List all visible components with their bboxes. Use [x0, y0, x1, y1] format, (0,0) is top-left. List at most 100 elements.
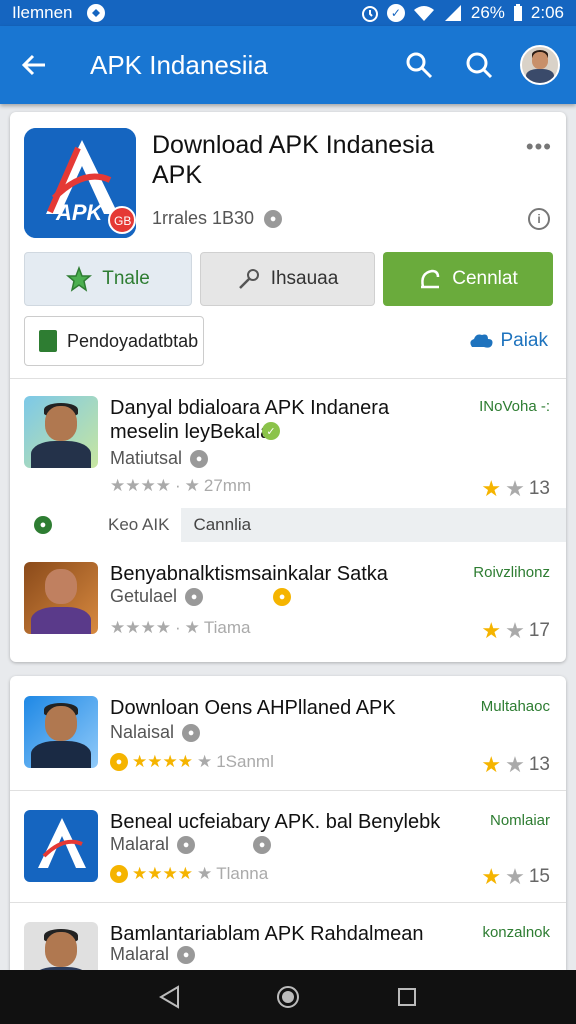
globe-icon: ● — [182, 723, 201, 742]
badge-icon: ● — [110, 753, 128, 771]
globe-icon: ● — [177, 835, 196, 854]
list-item-developer: Getulael — [110, 586, 178, 606]
list-item-subtitle: Matiutsal ● — [110, 448, 209, 469]
data-saver-icon: ✓ — [386, 4, 405, 22]
list-item[interactable]: Beneal ucfeiabary APK. bal Benylebk Mala… — [10, 796, 566, 906]
list-item-title: Beneal ucfeiabary APK. bal Benylebk — [110, 811, 441, 833]
app-thumbnail — [24, 810, 98, 882]
notification-icon — [86, 3, 106, 23]
app-bar: APK Indanesiia — [0, 26, 576, 104]
avatar-image — [522, 47, 558, 83]
app-list-card: Downloan Oens AHPllaned APK Nalaisal ● ●… — [10, 676, 566, 976]
category-chip[interactable]: Pendoyadatbtab — [24, 316, 204, 366]
battery-percent: 26% — [470, 3, 505, 22]
back-arrow-icon — [21, 54, 45, 76]
list-item-rating-value: 13 — [528, 478, 550, 499]
list-item-tag: Nomlaiar — [489, 812, 550, 829]
app-thumbnail — [24, 562, 98, 634]
list-item-rating: ★ ★ 13 — [481, 476, 550, 501]
download-icon — [421, 269, 440, 289]
key-icon — [238, 269, 259, 289]
list-item-subtitle: Malaral ● ● — [110, 834, 272, 855]
system-nav-bar — [0, 970, 576, 1024]
list-item-title: Danyal bdialoara APK Indanera meselin le… — [110, 397, 390, 443]
list-item-size: 27mm — [203, 476, 252, 495]
filter-bar: ● Keo AIK Cannlia — [24, 508, 566, 542]
list-item[interactable]: Benyabnalktismsainkalar Satka Getulael ●… — [10, 548, 566, 658]
carrier-label: Ilemnen — [12, 3, 73, 22]
app-meta: 1rrales 1B30 ● — [152, 208, 283, 229]
list-item-rating: ★ ★ 15 — [481, 864, 550, 889]
app-icon: APK GB — [24, 128, 136, 238]
list-item-tag: konzalnok — [482, 924, 550, 941]
nav-recents-button[interactable] — [387, 977, 427, 1017]
divider — [10, 790, 566, 791]
nav-recents-icon — [397, 988, 416, 1006]
list-item-size: 1Sanml — [216, 752, 274, 771]
nav-back-icon — [159, 985, 180, 1009]
list-item-rating: ★ ★ 13 — [481, 752, 550, 777]
cloud-icon — [470, 334, 493, 348]
search-button[interactable] — [400, 46, 438, 84]
list-item[interactable]: Downloan Oens AHPllaned APK Nalaisal ● ●… — [10, 682, 566, 792]
search-alt-button[interactable] — [460, 46, 498, 84]
list-item-stars: ★★★★ · ★ Tiama — [110, 618, 251, 637]
list-item-developer: Matiutsal — [110, 448, 183, 468]
alarm-icon — [361, 4, 379, 22]
nav-home-button[interactable] — [268, 977, 308, 1017]
back-button[interactable] — [16, 47, 52, 83]
category-icon — [39, 330, 57, 352]
badge-icon: ● — [110, 865, 128, 883]
list-item-title: Bamlantariablam APK Rahdalmean — [110, 923, 424, 945]
star-outline-icon — [66, 266, 93, 292]
divider — [10, 902, 566, 903]
list-item-subtitle: Malaral ● — [110, 944, 196, 965]
filter-label: Keo AIK — [108, 515, 170, 534]
globe-icon: ● — [177, 945, 196, 964]
list-item-developer: Nalaisal — [110, 722, 175, 742]
filter-input-value: Cannlia — [193, 515, 252, 534]
list-item[interactable]: Danyal bdialoara APK Indanera meselin le… — [10, 382, 566, 501]
more-options-button[interactable]: ••• — [526, 134, 552, 160]
app-title: Download APK Indanesia APK — [152, 131, 435, 189]
divider — [10, 378, 566, 379]
app-icon-text: APK — [55, 200, 105, 225]
favorite-button[interactable]: Tnale — [24, 252, 192, 306]
share-link[interactable]: Paiak — [468, 330, 548, 352]
list-item-developer: Malaral — [110, 944, 170, 964]
search-app-button[interactable]: Ihsauaa — [200, 252, 375, 306]
app-thumbnail — [24, 696, 98, 768]
nav-back-button[interactable] — [149, 977, 189, 1017]
app-detail-card: APK GB Download APK Indanesia APK 1rrale… — [10, 112, 566, 662]
app-thumbnail — [24, 396, 98, 468]
user-avatar[interactable] — [520, 45, 560, 85]
status-bar: Ilemnen ✓ 26% 2:06 — [0, 0, 576, 26]
wifi-icon — [413, 4, 435, 22]
list-item-size: Tiama — [203, 618, 251, 637]
signal-icon — [443, 4, 463, 22]
list-item-rating-value: 15 — [528, 866, 550, 887]
list-item-rating: ★ ★ 17 — [481, 618, 550, 643]
share-link-label: Paiak — [500, 330, 548, 351]
verified-icon: ✓ — [262, 422, 280, 440]
list-item-rating-value: 17 — [528, 620, 550, 641]
list-item-stars: ● ★★★★ ★ Tlanna — [110, 864, 268, 884]
list-item-size: Tlanna — [216, 864, 269, 883]
list-item-title: Downloan Oens AHPllaned APK — [110, 697, 396, 719]
filter-icon: ● — [34, 516, 52, 534]
search-app-button-label: Ihsauaa — [270, 268, 339, 289]
list-item-subtitle: Getulael ● ● — [110, 586, 292, 607]
page-title: APK Indanesiia — [90, 49, 268, 80]
info-icon[interactable]: i — [528, 208, 550, 230]
list-item-tag: Roivzlihonz — [473, 564, 550, 581]
settings-icon: ● — [253, 835, 272, 854]
list-item-stars: ★★★★ · ★ 27mm — [110, 476, 252, 495]
globe-icon: ● — [185, 587, 204, 606]
filter-input[interactable]: Cannlia — [181, 508, 566, 542]
app-icon-badge: GB — [114, 214, 131, 228]
list-item-tag: Multahaoc — [480, 698, 550, 715]
list-item[interactable]: Bamlantariablam APK Rahdalmean Malaral ●… — [10, 908, 566, 976]
install-button[interactable]: Cennlat — [383, 252, 553, 306]
globe-icon: ● — [264, 209, 283, 228]
category-chip-label: Pendoyadatbtab — [67, 330, 199, 351]
